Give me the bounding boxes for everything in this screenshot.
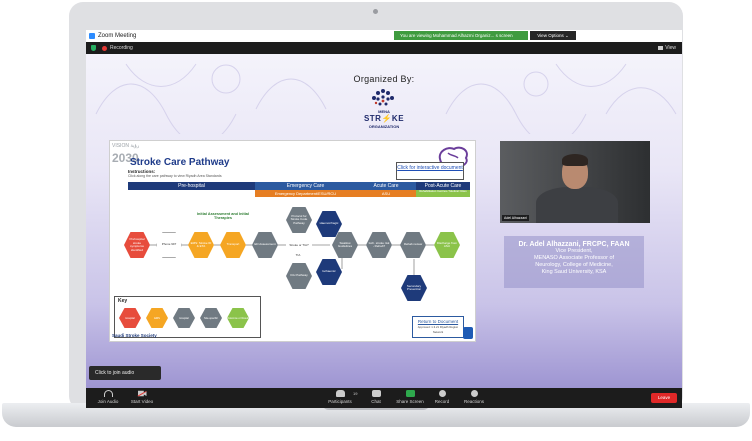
speaker-title-2: MENASO Associate Professor of [533, 255, 615, 261]
join-audio-tooltip: Click to join audio [89, 366, 161, 380]
key-item-hospital: Hospital [119, 308, 141, 328]
view-button[interactable]: View [658, 44, 676, 52]
record-icon [438, 390, 446, 397]
stroke-or-tia-label: Stroke or TIA? [289, 243, 309, 247]
start-video-button[interactable]: Start Video [122, 390, 162, 404]
record-label: Record [434, 399, 450, 404]
speaker-body [536, 187, 618, 223]
speaker-info-card: Dr. Adel Alhazzani, FRCPC, FAAN Vice Pre… [504, 236, 644, 288]
speaker-title-4: King Saud University, KSA [541, 269, 607, 275]
zoom-app-icon [89, 33, 95, 39]
video-name-tag: Adel Alhazzani [502, 215, 529, 221]
reactions-button[interactable]: Reactions [454, 390, 494, 404]
grid-view-icon [658, 45, 664, 50]
video-off-icon [137, 390, 147, 397]
return-to-document-link[interactable]: Return to Document Approved: 1.3.21 Riya… [412, 316, 464, 338]
window-title: Zoom Meeting [98, 33, 137, 39]
key-item-site: Site-specific [200, 308, 222, 328]
saudi-stroke-society: Saudi Stroke Society [112, 333, 157, 338]
speaker-hair [562, 154, 588, 166]
webcam-icon [373, 9, 378, 14]
recording-label: Recording [110, 45, 133, 51]
logo-stroke: STR⚡KE [363, 114, 405, 123]
participants-icon [335, 390, 345, 397]
logo-organization: ORGANIZATION [368, 124, 400, 129]
share-screen-icon [405, 390, 415, 397]
start-video-label: Start Video [130, 399, 154, 404]
legend-key: Key Hospital EMS Hospital Site-specific … [114, 296, 261, 338]
reactions-label: Reactions [463, 399, 484, 404]
speaker-video[interactable]: Adel Alhazzani [500, 141, 650, 223]
speaker-title-1: Vice President, [555, 248, 593, 254]
chat-icon [371, 390, 381, 397]
headphones-icon [103, 390, 113, 397]
share-screen-label: Share Screen [396, 399, 424, 404]
reactions-icon [470, 390, 478, 397]
key-item-ems: EMS [146, 308, 168, 328]
return-link-sub: Approved: 1.3.21 Riyadh Region Network [417, 324, 459, 335]
meeting-top-bar: Recording View [86, 42, 682, 54]
key-item-outcome: Outcome or Result [227, 308, 249, 328]
shared-screen: Organized By: MENA STR⚡KE ORGANIZATION V… [86, 54, 682, 388]
zoom-window: Zoom Meeting You are viewing Mohammad Al… [86, 30, 682, 408]
leave-button[interactable]: Leave [651, 393, 677, 403]
speaker-name: Dr. Adel Alhazzani, FRCPC, FAAN [518, 241, 630, 248]
viewing-banner: You are viewing Mohammad Alhazmi Organiz… [394, 31, 528, 40]
tia-label: TIA [295, 253, 301, 257]
join-audio-label: Join Audio [97, 399, 119, 404]
meeting-toolbar: Join Audio Start Video Participants 19 C… [86, 388, 682, 408]
key-item-hospital-2: Hospital [173, 308, 195, 328]
speaker-title-3: Neurology, College of Medicine, [535, 262, 613, 268]
document-corner-icon [463, 327, 473, 339]
chat-label: Chat [371, 399, 381, 404]
participants-label: Participants [328, 399, 352, 404]
title-bar: Zoom Meeting You are viewing Mohammad Al… [86, 30, 682, 42]
recording-dot-icon [102, 46, 107, 51]
security-shield-icon[interactable] [91, 45, 96, 51]
view-label: View [665, 45, 676, 51]
stroke-pathway-slide: VISION رؤية 2030 Stroke Care Pathway Ins… [109, 140, 476, 342]
view-options-button[interactable]: View Options ⌄ [530, 31, 576, 40]
organized-by-heading: Organized By: [353, 74, 415, 84]
return-link-text: Return to Document [417, 319, 459, 324]
key-title: Key [118, 298, 128, 304]
brain-logo-icon [372, 89, 394, 106]
